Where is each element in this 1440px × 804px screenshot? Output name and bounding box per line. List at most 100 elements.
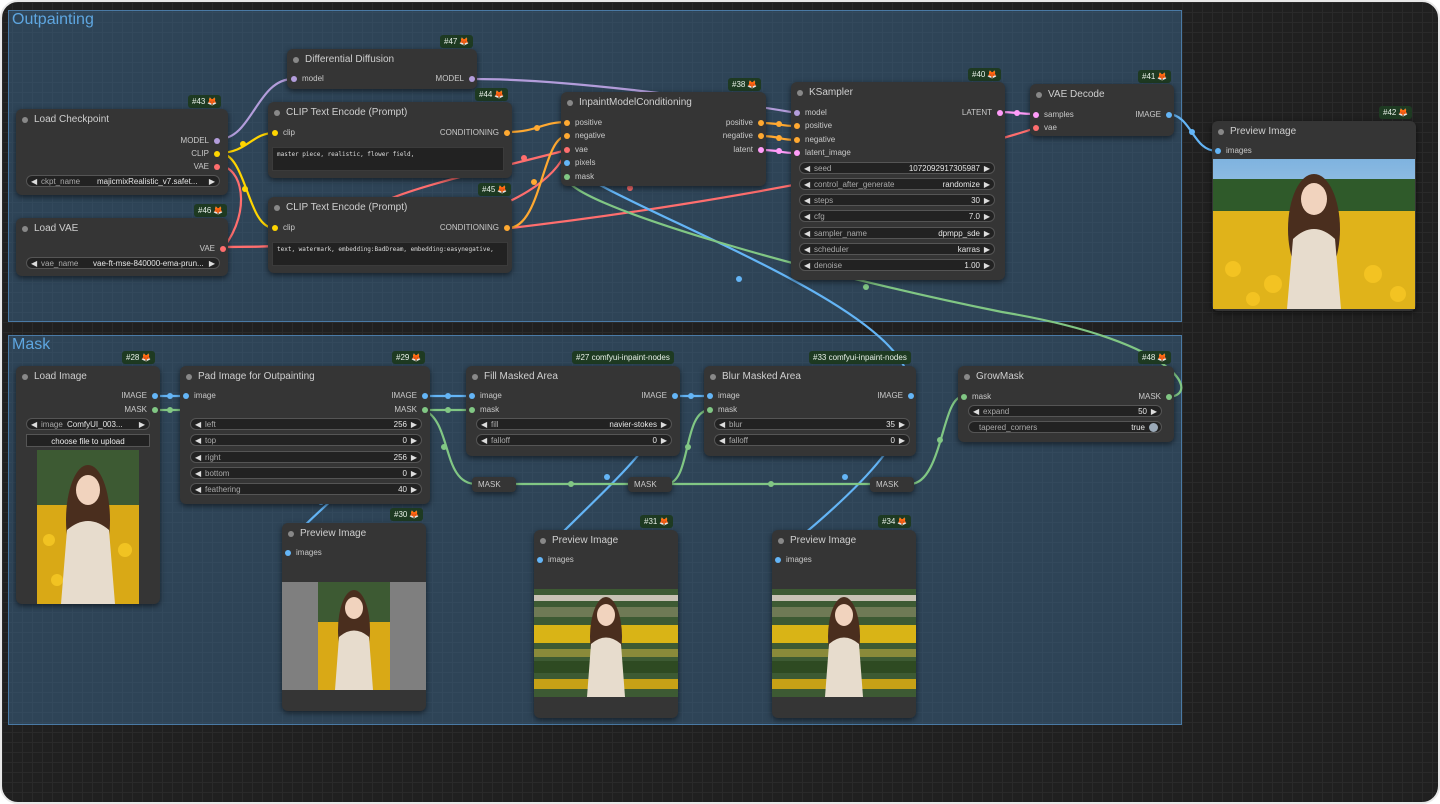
arrow-right-icon[interactable]: ▶: [209, 176, 215, 188]
input-clip[interactable]: clip: [272, 222, 295, 234]
node-load-vae[interactable]: Load VAE VAE ◀ vae_name vae-ft-mse-84000…: [16, 218, 228, 276]
cfg-widget[interactable]: ◀ cfg 7.0 ▶: [799, 210, 995, 222]
node-preview-image-padded[interactable]: Preview Image images: [282, 523, 426, 711]
falloff-widget[interactable]: ◀ falloff 0 ▶: [714, 434, 910, 446]
arrow-right-icon[interactable]: ▶: [411, 452, 417, 464]
arrow-left-icon[interactable]: ◀: [31, 419, 37, 431]
node-clip-text-encode-negative[interactable]: CLIP Text Encode (Prompt) clip CONDITION…: [268, 197, 512, 273]
output-image[interactable]: IMAGE: [121, 390, 158, 402]
input-samples[interactable]: samples: [1033, 109, 1074, 121]
input-negative[interactable]: negative: [564, 130, 605, 142]
ckpt-name-combo[interactable]: ◀ ckpt_name majicmixRealistic_v7.safet..…: [26, 175, 220, 187]
arrow-left-icon[interactable]: ◀: [804, 195, 810, 207]
right-widget[interactable]: ◀ right 256 ▶: [190, 451, 422, 463]
output-negative[interactable]: negative: [723, 130, 764, 142]
tapered-corners-toggle[interactable]: tapered_corners true: [968, 421, 1162, 433]
upload-button[interactable]: choose file to upload: [26, 434, 150, 447]
output-mask[interactable]: MASK: [124, 404, 158, 416]
prompt-textarea[interactable]: master piece, realistic, flower field,: [272, 147, 504, 171]
output-model[interactable]: MODEL: [181, 135, 220, 147]
arrow-right-icon[interactable]: ▶: [139, 419, 145, 431]
arrow-left-icon[interactable]: ◀: [804, 211, 810, 223]
arrow-left-icon[interactable]: ◀: [195, 484, 201, 496]
input-pixels[interactable]: pixels: [564, 157, 595, 169]
output-image[interactable]: IMAGE: [877, 390, 914, 402]
arrow-right-icon[interactable]: ▶: [984, 195, 990, 207]
node-fill-masked-area[interactable]: Fill Masked Area image mask IMAGE ◀ fill n…: [466, 366, 680, 456]
input-model[interactable]: model: [794, 107, 827, 119]
arrow-right-icon[interactable]: ▶: [984, 163, 990, 175]
arrow-left-icon[interactable]: ◀: [804, 260, 810, 272]
toggle-knob-icon[interactable]: [1149, 423, 1158, 432]
node-title[interactable]: Fill Masked Area: [466, 366, 680, 388]
arrow-left-icon[interactable]: ◀: [481, 419, 487, 431]
input-positive[interactable]: positive: [794, 120, 832, 132]
node-graph-canvas[interactable]: Outpainting Mask #43 🦊 Load Checkpoint M…: [0, 0, 1440, 804]
node-title[interactable]: Pad Image for Outpainting: [180, 366, 430, 388]
output-image[interactable]: IMAGE: [641, 390, 678, 402]
arrow-left-icon[interactable]: ◀: [804, 163, 810, 175]
node-pad-image-for-outpainting[interactable]: Pad Image for Outpainting image IMAGE MA…: [180, 366, 430, 504]
node-ksampler[interactable]: KSampler model positive negative latent_…: [791, 82, 1005, 280]
arrow-right-icon[interactable]: ▶: [1151, 406, 1157, 418]
input-mask[interactable]: mask: [961, 391, 991, 403]
scheduler-widget[interactable]: ◀ scheduler karras ▶: [799, 243, 995, 255]
input-clip[interactable]: clip: [272, 127, 295, 139]
input-latent-image[interactable]: latent_image: [794, 147, 851, 159]
output-conditioning[interactable]: CONDITIONING: [440, 222, 510, 234]
input-image[interactable]: image: [707, 390, 740, 402]
arrow-right-icon[interactable]: ▶: [411, 468, 417, 480]
arrow-right-icon[interactable]: ▶: [984, 244, 990, 256]
input-mask[interactable]: mask: [469, 404, 499, 416]
node-preview-image-blurred[interactable]: Preview Image images: [772, 530, 916, 718]
node-differential-diffusion[interactable]: Differential Diffusion model MODEL: [287, 49, 477, 89]
output-vae[interactable]: VAE: [194, 161, 220, 173]
arrow-left-icon[interactable]: ◀: [804, 228, 810, 240]
output-model[interactable]: MODEL: [436, 73, 475, 85]
output-latent[interactable]: LATENT: [962, 107, 1003, 119]
node-title[interactable]: Load Image: [16, 366, 160, 388]
node-title[interactable]: Preview Image: [282, 523, 426, 545]
arrow-right-icon[interactable]: ▶: [209, 258, 215, 270]
node-preview-image-final[interactable]: Preview Image images: [1212, 121, 1416, 311]
denoise-widget[interactable]: ◀ denoise 1.00 ▶: [799, 259, 995, 271]
output-image[interactable]: IMAGE: [1135, 109, 1172, 121]
input-positive[interactable]: positive: [564, 117, 602, 129]
node-title[interactable]: VAE Decode: [1030, 84, 1174, 106]
input-vae[interactable]: vae: [564, 144, 588, 156]
input-images[interactable]: images: [1215, 145, 1252, 157]
input-mask[interactable]: mask: [707, 404, 737, 416]
prompt-textarea[interactable]: text, watermark, embedding:BadDream, emb…: [272, 242, 508, 266]
arrow-left-icon[interactable]: ◀: [195, 435, 201, 447]
arrow-left-icon[interactable]: ◀: [719, 419, 725, 431]
arrow-right-icon[interactable]: ▶: [661, 419, 667, 431]
output-latent[interactable]: latent: [733, 144, 764, 156]
output-mask[interactable]: MASK: [394, 404, 428, 416]
arrow-left-icon[interactable]: ◀: [195, 452, 201, 464]
node-preview-image-filled[interactable]: Preview Image images: [534, 530, 678, 718]
node-title[interactable]: GrowMask: [958, 366, 1174, 388]
node-title[interactable]: Load VAE: [16, 218, 228, 240]
arrow-right-icon[interactable]: ▶: [984, 211, 990, 223]
node-title[interactable]: InpaintModelConditioning: [561, 92, 766, 114]
seed-widget[interactable]: ◀ seed 1072092917305987 ▶: [799, 162, 995, 174]
node-title[interactable]: Blur Masked Area: [704, 366, 916, 388]
arrow-right-icon[interactable]: ▶: [984, 260, 990, 272]
node-title[interactable]: Load Checkpoint: [16, 109, 228, 131]
arrow-left-icon[interactable]: ◀: [973, 406, 979, 418]
blur-widget[interactable]: ◀ blur 35 ▶: [714, 418, 910, 430]
arrow-right-icon[interactable]: ▶: [984, 228, 990, 240]
reroute-mask[interactable]: MASK: [472, 477, 516, 492]
arrow-left-icon[interactable]: ◀: [195, 419, 201, 431]
arrow-left-icon[interactable]: ◀: [481, 435, 487, 447]
input-negative[interactable]: negative: [794, 134, 835, 146]
node-title[interactable]: Preview Image: [534, 530, 678, 552]
input-mask[interactable]: mask: [564, 171, 594, 183]
arrow-left-icon[interactable]: ◀: [195, 468, 201, 480]
node-blur-masked-area[interactable]: Blur Masked Area image mask IMAGE ◀ blur 3…: [704, 366, 916, 456]
node-clip-text-encode-positive[interactable]: CLIP Text Encode (Prompt) clip CONDITION…: [268, 102, 512, 178]
node-grow-mask[interactable]: GrowMask mask MASK ◀ expand 50 ▶ tapered_co…: [958, 366, 1174, 442]
node-title[interactable]: KSampler: [791, 82, 1005, 104]
bottom-widget[interactable]: ◀ bottom 0 ▶: [190, 467, 422, 479]
arrow-left-icon[interactable]: ◀: [31, 258, 37, 270]
